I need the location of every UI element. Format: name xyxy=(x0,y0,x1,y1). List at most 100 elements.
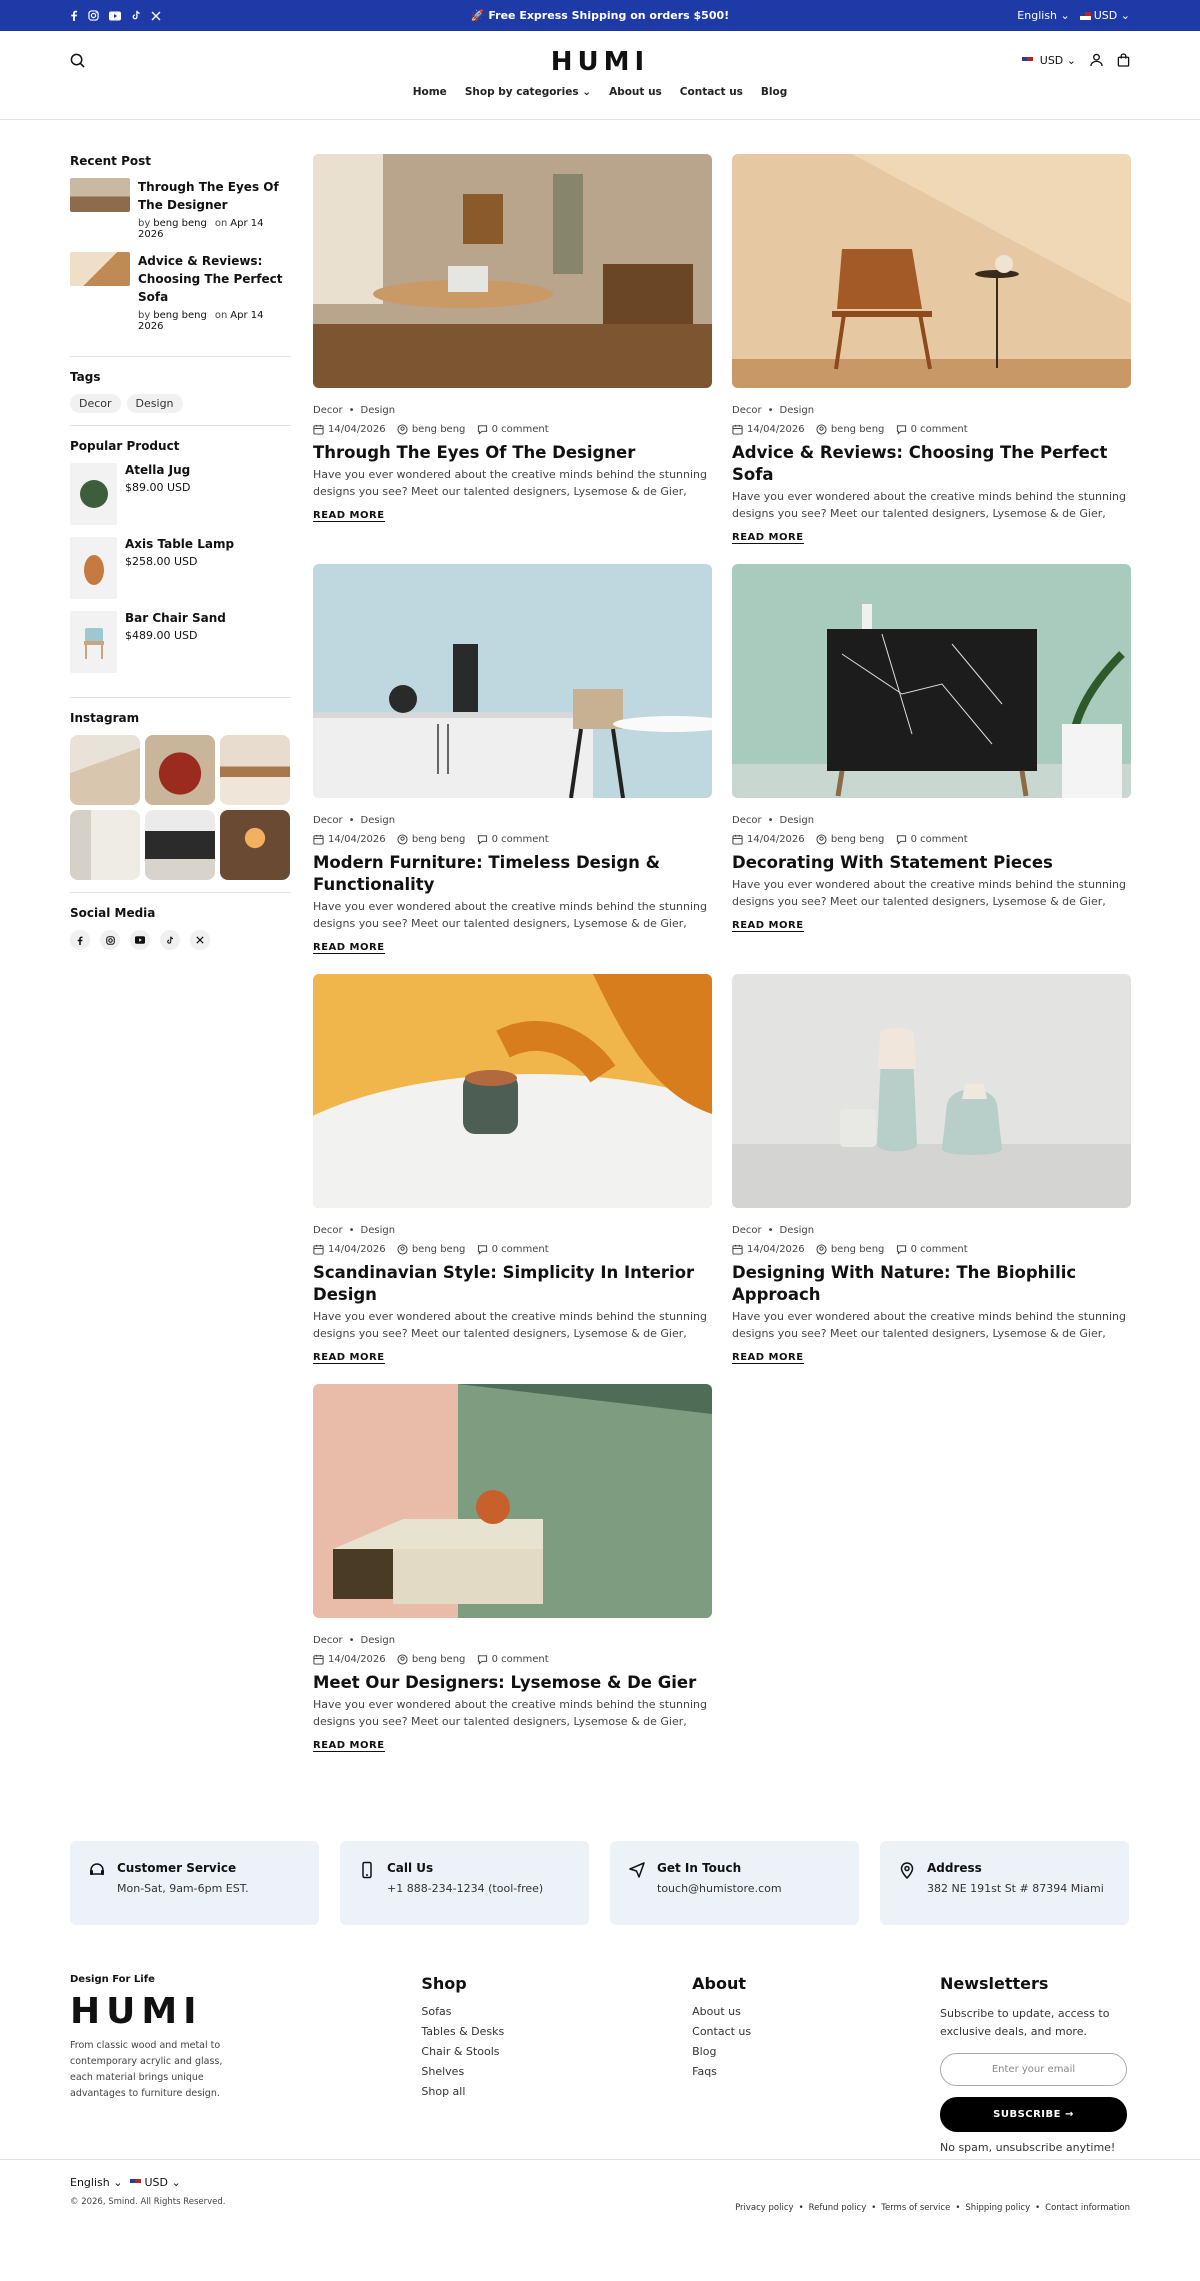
read-more-link[interactable]: READ MORE xyxy=(732,920,804,932)
footer-link-chairs[interactable]: Chair & Stools xyxy=(421,2045,692,2058)
footer-link-blog[interactable]: Blog xyxy=(692,2045,940,2058)
terms-of-service-link[interactable]: Terms of service xyxy=(881,2203,950,2213)
refund-policy-link[interactable]: Refund policy xyxy=(809,2203,867,2213)
facebook-icon[interactable] xyxy=(70,930,90,950)
facebook-icon[interactable] xyxy=(70,10,78,21)
post-category[interactable]: Decor xyxy=(313,815,343,826)
post-title[interactable]: Decorating With Statement Pieces xyxy=(732,852,1131,874)
post-image[interactable] xyxy=(732,564,1131,798)
x-icon[interactable] xyxy=(151,11,161,21)
tiktok-icon[interactable] xyxy=(160,930,180,950)
product-name[interactable]: Bar Chair Sand xyxy=(125,611,226,625)
post-category[interactable]: Design xyxy=(780,405,815,416)
post-category[interactable]: Decor xyxy=(313,405,343,416)
recent-post-item[interactable]: Through The Eyes Of The Designer by beng … xyxy=(70,178,291,240)
footer-link-sofas[interactable]: Sofas xyxy=(421,2005,692,2018)
post-author[interactable]: beng beng xyxy=(412,1244,466,1255)
footer-currency-selector[interactable]: USD ⌄ xyxy=(130,2176,181,2189)
read-more-link[interactable]: READ MORE xyxy=(313,1352,385,1364)
post-author[interactable]: beng beng xyxy=(831,424,885,435)
instagram-photo[interactable] xyxy=(220,810,290,880)
instagram-photo[interactable] xyxy=(70,810,140,880)
nav-home[interactable]: Home xyxy=(413,86,447,98)
instagram-icon[interactable] xyxy=(88,10,99,21)
post-comments[interactable]: 0 comment xyxy=(492,424,549,435)
card-value[interactable]: touch@humistore.com xyxy=(657,1882,782,1895)
post-category[interactable]: Design xyxy=(780,815,815,826)
nav-contact-us[interactable]: Contact us xyxy=(680,86,743,98)
product-item[interactable]: Axis Table Lamp $258.00 USD xyxy=(70,537,291,599)
product-image[interactable] xyxy=(70,463,117,525)
read-more-link[interactable]: READ MORE xyxy=(313,1740,385,1752)
post-image[interactable] xyxy=(313,1384,712,1618)
subscribe-button[interactable]: SUBSCRIBE → xyxy=(940,2097,1127,2132)
post-title[interactable]: Advice & Reviews: Choosing The Perfect S… xyxy=(732,442,1131,486)
instagram-photo[interactable] xyxy=(70,735,140,805)
post-category[interactable]: Design xyxy=(361,1635,396,1646)
post-title[interactable]: Scandinavian Style: Simplicity In Interi… xyxy=(313,1262,712,1306)
product-image[interactable] xyxy=(70,537,117,599)
product-item[interactable]: Atella Jug $89.00 USD xyxy=(70,463,291,525)
instagram-icon[interactable] xyxy=(100,930,120,950)
read-more-link[interactable]: READ MORE xyxy=(313,942,385,954)
post-image[interactable] xyxy=(313,564,712,798)
tiktok-icon[interactable] xyxy=(131,10,141,21)
read-more-link[interactable]: READ MORE xyxy=(732,532,804,544)
youtube-icon[interactable] xyxy=(109,11,121,21)
post-category[interactable]: Decor xyxy=(732,405,762,416)
tag-design[interactable]: Design xyxy=(126,394,183,413)
footer-link-faqs[interactable]: Faqs xyxy=(692,2065,940,2078)
post-image[interactable] xyxy=(732,974,1131,1208)
nav-about-us[interactable]: About us xyxy=(609,86,662,98)
recent-post-title[interactable]: Advice & Reviews: Choosing The Perfect S… xyxy=(138,252,291,306)
instagram-photo[interactable] xyxy=(145,810,215,880)
recent-post-thumbnail[interactable] xyxy=(70,178,130,212)
read-more-link[interactable]: READ MORE xyxy=(732,1352,804,1364)
language-selector[interactable]: English ⌄ xyxy=(1017,9,1069,22)
nav-shop-by-categories[interactable]: Shop by categories ⌄ xyxy=(465,86,591,98)
instagram-photo[interactable] xyxy=(220,735,290,805)
post-comments[interactable]: 0 comment xyxy=(492,834,549,845)
site-logo[interactable]: HUMI xyxy=(0,47,1200,77)
post-comments[interactable]: 0 comment xyxy=(492,1654,549,1665)
footer-logo[interactable]: HUMI xyxy=(70,1991,421,2032)
contact-information-link[interactable]: Contact information xyxy=(1045,2203,1130,2213)
newsletter-email-input[interactable]: Enter your email xyxy=(940,2053,1127,2086)
header-currency-selector[interactable]: USD ⌄ xyxy=(1022,54,1076,67)
product-name[interactable]: Axis Table Lamp xyxy=(125,537,234,551)
post-author[interactable]: beng beng xyxy=(412,424,466,435)
post-category[interactable]: Design xyxy=(361,405,396,416)
footer-link-shelves[interactable]: Shelves xyxy=(421,2065,692,2078)
x-icon[interactable] xyxy=(190,930,210,950)
post-comments[interactable]: 0 comment xyxy=(492,1244,549,1255)
shipping-policy-link[interactable]: Shipping policy xyxy=(965,2203,1030,2213)
post-comments[interactable]: 0 comment xyxy=(911,1244,968,1255)
read-more-link[interactable]: READ MORE xyxy=(313,510,385,522)
post-image[interactable] xyxy=(313,154,712,388)
nav-blog[interactable]: Blog xyxy=(761,86,787,98)
post-author[interactable]: beng beng xyxy=(412,834,466,845)
post-title[interactable]: Meet Our Designers: Lysemose & De Gier xyxy=(313,1672,712,1694)
recent-post-title[interactable]: Through The Eyes Of The Designer xyxy=(138,178,291,214)
product-image[interactable] xyxy=(70,611,117,673)
post-image[interactable] xyxy=(732,154,1131,388)
instagram-photo[interactable] xyxy=(145,735,215,805)
recent-post-item[interactable]: Advice & Reviews: Choosing The Perfect S… xyxy=(70,252,291,332)
post-category[interactable]: Design xyxy=(361,815,396,826)
post-image[interactable] xyxy=(313,974,712,1208)
post-author[interactable]: beng beng xyxy=(831,1244,885,1255)
currency-selector[interactable]: USD ⌄ xyxy=(1079,9,1130,22)
footer-link-about-us[interactable]: About us xyxy=(692,2005,940,2018)
post-category[interactable]: Decor xyxy=(732,815,762,826)
footer-link-contact-us[interactable]: Contact us xyxy=(692,2025,940,2038)
privacy-policy-link[interactable]: Privacy policy xyxy=(735,2203,794,2213)
post-category[interactable]: Decor xyxy=(732,1225,762,1236)
post-category[interactable]: Decor xyxy=(313,1635,343,1646)
recent-post-thumbnail[interactable] xyxy=(70,252,130,286)
post-title[interactable]: Designing With Nature: The Biophilic App… xyxy=(732,1262,1131,1306)
post-title[interactable]: Through The Eyes Of The Designer xyxy=(313,442,712,464)
footer-language-selector[interactable]: English ⌄ xyxy=(70,2176,122,2189)
post-category[interactable]: Design xyxy=(361,1225,396,1236)
product-item[interactable]: Bar Chair Sand $489.00 USD xyxy=(70,611,291,673)
post-category[interactable]: Design xyxy=(780,1225,815,1236)
